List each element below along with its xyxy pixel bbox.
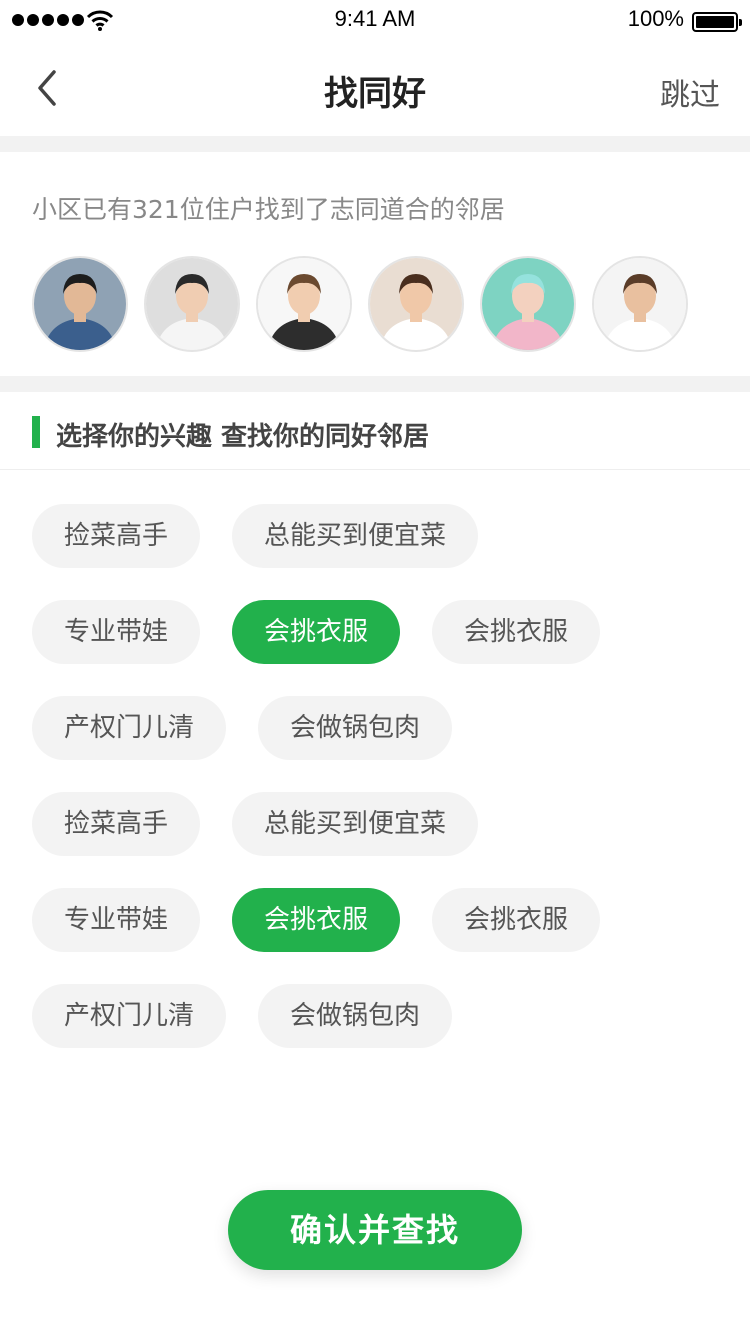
section-accent-bar <box>32 416 40 448</box>
interest-tag-selected[interactable]: 会挑衣服 <box>232 600 401 664</box>
avatar[interactable] <box>32 256 128 352</box>
interest-tag[interactable]: 会做锅包肉 <box>258 696 453 760</box>
avatar[interactable] <box>592 256 688 352</box>
status-bar: 9:41 AM 100% <box>0 0 750 40</box>
interest-tag-selected[interactable]: 会挑衣服 <box>232 888 401 952</box>
residents-section: 小区已有321位住户找到了志同道合的邻居 <box>0 152 750 376</box>
section-divider <box>0 376 750 392</box>
interest-tag[interactable]: 会挑衣服 <box>432 600 601 664</box>
interest-tag[interactable]: 捡菜高手 <box>32 504 201 568</box>
interest-tag[interactable]: 专业带娃 <box>32 600 201 664</box>
interest-tag[interactable]: 捡菜高手 <box>32 792 201 856</box>
avatar[interactable] <box>144 256 240 352</box>
interest-tag[interactable]: 总能买到便宜菜 <box>232 504 479 568</box>
tag-row: 产权门儿清 会做锅包肉 <box>32 696 732 760</box>
tag-row: 捡菜高手 总能买到便宜菜 <box>32 504 732 568</box>
avatar[interactable] <box>256 256 352 352</box>
interests-title: 选择你的兴趣 查找你的同好邻居 <box>56 422 430 452</box>
battery-percent: 100% <box>627 6 684 31</box>
confirm-search-button[interactable]: 确认并查找 <box>228 1190 522 1270</box>
interest-tag[interactable]: 会挑衣服 <box>432 888 601 952</box>
avatar[interactable] <box>368 256 464 352</box>
nav-bar: 找同好 跳过 <box>0 40 750 136</box>
interest-tag[interactable]: 专业带娃 <box>32 888 201 952</box>
tag-row: 捡菜高手 总能买到便宜菜 <box>32 792 732 856</box>
residents-count-text: 小区已有321位住户找到了志同道合的邻居 <box>32 195 505 224</box>
interest-tag-list: 捡菜高手 总能买到便宜菜 专业带娃 会挑衣服 会挑衣服 产权门儿清 会做锅包肉 捡菜高手 总能买… <box>32 504 732 1080</box>
tag-row: 专业带娃 会挑衣服 会挑衣服 <box>32 888 732 952</box>
interest-tag[interactable]: 产权门儿清 <box>32 984 227 1048</box>
tag-row: 产权门儿清 会做锅包肉 <box>32 984 732 1048</box>
battery-icon <box>692 12 742 32</box>
page-title: 找同好 <box>324 74 426 114</box>
tag-row: 专业带娃 会挑衣服 会挑衣服 <box>32 600 732 664</box>
interest-tag[interactable]: 总能买到便宜菜 <box>232 792 479 856</box>
skip-button[interactable]: 跳过 <box>660 70 720 114</box>
avatar-list <box>32 256 688 352</box>
interest-tag[interactable]: 产权门儿清 <box>32 696 227 760</box>
interests-header: 选择你的兴趣 查找你的同好邻居 <box>0 392 750 470</box>
interest-tag[interactable]: 会做锅包肉 <box>258 984 453 1048</box>
avatar[interactable] <box>480 256 576 352</box>
section-divider <box>0 136 750 152</box>
